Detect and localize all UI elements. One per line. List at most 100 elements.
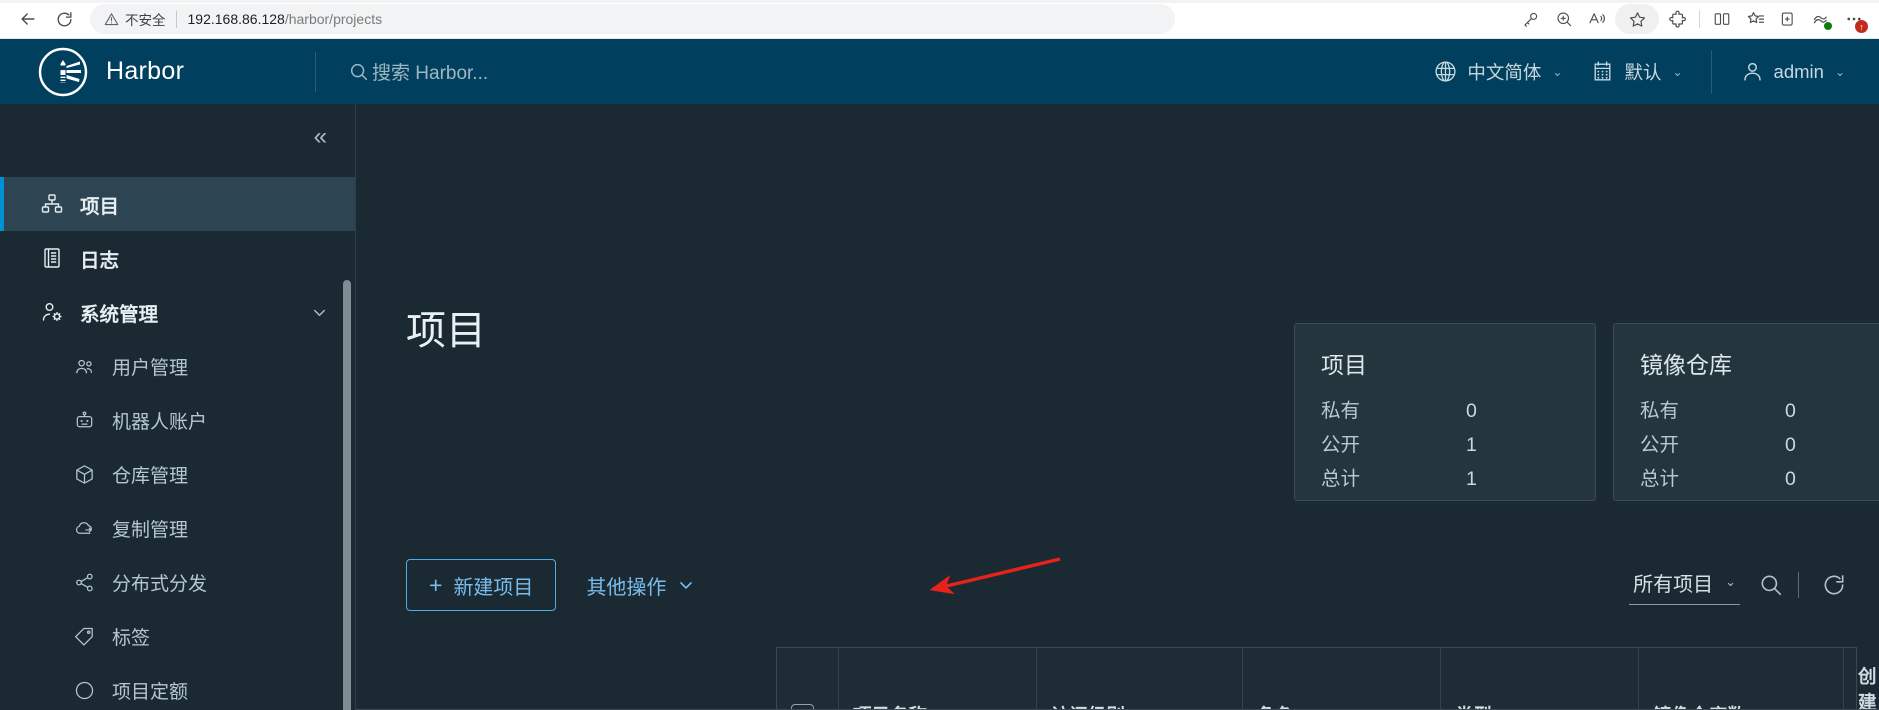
sidebar-item-label: 系统管理: [80, 303, 159, 326]
project-filter-select[interactable]: 所有项目 ⌄: [1629, 566, 1740, 605]
url-divider: [175, 10, 177, 28]
search-input[interactable]: 搜索 Harbor...: [348, 58, 488, 85]
new-project-button[interactable]: + 新建项目: [406, 559, 557, 611]
chevron-down-icon: [676, 575, 696, 595]
card-row-label: 私有: [1321, 400, 1361, 422]
column-header-role[interactable]: 角色: [1242, 647, 1441, 710]
language-selector[interactable]: 中文简体 ⌄: [1419, 39, 1576, 104]
globe-icon: [1433, 59, 1458, 84]
user-menu[interactable]: admin ⌄: [1726, 39, 1859, 104]
card-row-value: 0: [1785, 434, 1796, 457]
chevron-down-icon: ⌄: [1834, 64, 1845, 79]
sidebar-item-label: 标签: [112, 627, 151, 649]
sidebar-collapse-row: «: [0, 104, 355, 169]
extensions-icon[interactable]: [1662, 4, 1692, 34]
table-head: 项目名称 访问级别 角色 类型 镜像仓库数 创建时间: [776, 647, 1877, 710]
chevron-down-icon: ⌄: [1672, 64, 1683, 79]
other-actions-dropdown[interactable]: 其他操作: [580, 571, 702, 600]
toolbar-actions: + 新建项目 其他操作 所有项目 ⌄: [406, 559, 1857, 611]
projects-card: 项目 私有 0 公开 1 总计 1: [1294, 323, 1596, 501]
zoom-in-icon[interactable]: [1549, 4, 1579, 34]
card-title: 项目: [1321, 352, 1367, 378]
sidebar-scrollbar[interactable]: [343, 170, 351, 710]
reload-icon[interactable]: [46, 4, 82, 34]
card-row-label: 总计: [1640, 468, 1680, 491]
distribution-share-icon: [72, 570, 96, 594]
users-icon: [72, 354, 96, 378]
brand-home-link[interactable]: Harbor: [0, 39, 315, 104]
chevron-down-icon: ⌄: [1725, 574, 1736, 589]
browser-toolbar: 不安全 192.168.86.128/harbor/projects ↑: [0, 0, 1879, 39]
user-name-label: admin: [1773, 60, 1824, 82]
card-row-label: 公开: [1640, 434, 1680, 457]
projects-table: 项目名称 访问级别 角色 类型 镜像仓库数 创建时间: [776, 647, 1877, 710]
refresh-icon: [1821, 572, 1847, 598]
sidebar-item-logs[interactable]: 日志: [0, 231, 355, 285]
column-header-repo-count[interactable]: 镜像仓库数: [1638, 647, 1844, 710]
chevron-down-icon[interactable]: [310, 303, 329, 322]
settings-more-icon[interactable]: ↑: [1839, 4, 1869, 34]
sidebar-item-labels[interactable]: 标签: [0, 609, 355, 663]
sidebar-item-distribution[interactable]: 分布式分发: [0, 555, 355, 609]
table-header-row: 项目名称 访问级别 角色 类型 镜像仓库数 创建时间: [776, 647, 1877, 710]
main-content: 项目 项目 私有 0 公开 1 总计 1 镜像仓库 私有 0 公开 0 总计 0…: [356, 104, 1879, 710]
registry-cube-icon: [72, 462, 96, 486]
project-filter-label: 所有项目: [1633, 573, 1714, 596]
column-header-type[interactable]: 类型: [1440, 647, 1639, 710]
app-body: « 项目 日志 系统管理 用户管理 机器人账户 仓库管理 复制管理 分布式分发 …: [0, 104, 1879, 710]
back-arrow-icon[interactable]: [10, 4, 46, 34]
sidebar-scrollbar-thumb[interactable]: [343, 280, 351, 710]
update-available-badge[interactable]: ↑: [1855, 20, 1868, 33]
administration-icon: [40, 300, 64, 324]
card-row-value: 0: [1466, 400, 1477, 422]
label-tag-icon: [72, 624, 96, 648]
sidebar-item-replications[interactable]: 复制管理: [0, 501, 355, 555]
app-header: Harbor 搜索 Harbor... 中文简体 ⌄ 默认 ⌄ admin ⌄: [0, 39, 1879, 104]
chevron-down-icon: ⌄: [1552, 64, 1563, 79]
quota-icon: [72, 678, 96, 702]
header-divider-right: [1710, 49, 1712, 94]
toolbar-divider: [1699, 10, 1700, 28]
browser-toolbar-icons: ↑: [1516, 4, 1869, 34]
read-aloud-icon[interactable]: [1582, 4, 1612, 34]
favorite-star-icon[interactable]: [1615, 4, 1659, 34]
card-row-label: 私有: [1640, 400, 1680, 422]
card-row: 总计 1: [1321, 462, 1569, 496]
collections-icon[interactable]: [1740, 4, 1770, 34]
sidebar-item-robot-accounts[interactable]: 机器人账户: [0, 393, 355, 447]
column-header-created-time[interactable]: 创建时间: [1843, 647, 1877, 710]
other-actions-label: 其他操作: [586, 576, 667, 599]
user-avatar-icon: [1740, 59, 1765, 84]
search-placeholder: 搜索 Harbor...: [372, 63, 489, 84]
card-row: 私有 0: [1321, 394, 1569, 428]
collapse-sidebar-icon[interactable]: «: [306, 121, 335, 153]
replication-cloud-icon: [72, 516, 96, 540]
refresh-button[interactable]: [1811, 562, 1857, 608]
new-project-label: 新建项目: [453, 576, 534, 599]
language-label: 中文简体: [1467, 61, 1542, 83]
card-row: 私有 0: [1640, 394, 1879, 428]
column-header-project-name[interactable]: 项目名称: [838, 647, 1037, 710]
theme-selector[interactable]: 默认 ⌄: [1576, 39, 1696, 104]
theme-label: 默认: [1624, 61, 1662, 83]
brand-name: Harbor: [106, 57, 185, 85]
security-status-label: 不安全: [125, 13, 166, 28]
plus-icon: +: [429, 571, 443, 598]
sidebar-item-registries[interactable]: 仓库管理: [0, 447, 355, 501]
control-divider: [1798, 572, 1799, 598]
split-screen-icon[interactable]: [1707, 4, 1737, 34]
sidebar-item-project-quotas[interactable]: 项目定额: [0, 663, 355, 710]
address-bar[interactable]: 不安全 192.168.86.128/harbor/projects: [90, 4, 1175, 34]
column-header-access-level[interactable]: 访问级别: [1036, 647, 1243, 710]
search-button[interactable]: [1748, 562, 1794, 608]
key-icon[interactable]: [1516, 4, 1546, 34]
sidebar-item-users[interactable]: 用户管理: [0, 339, 355, 393]
sync-status-dot: [1823, 21, 1833, 31]
sidebar-item-administration[interactable]: 系统管理: [0, 285, 355, 339]
browser-essentials-icon[interactable]: [1806, 4, 1836, 34]
sidebar-item-label: 仓库管理: [112, 465, 189, 487]
sidebar-item-projects[interactable]: 项目: [0, 177, 355, 231]
sidebar-item-label: 项目定额: [112, 681, 189, 703]
add-to-collections-icon[interactable]: [1773, 4, 1803, 34]
card-row-value: 1: [1466, 434, 1477, 457]
